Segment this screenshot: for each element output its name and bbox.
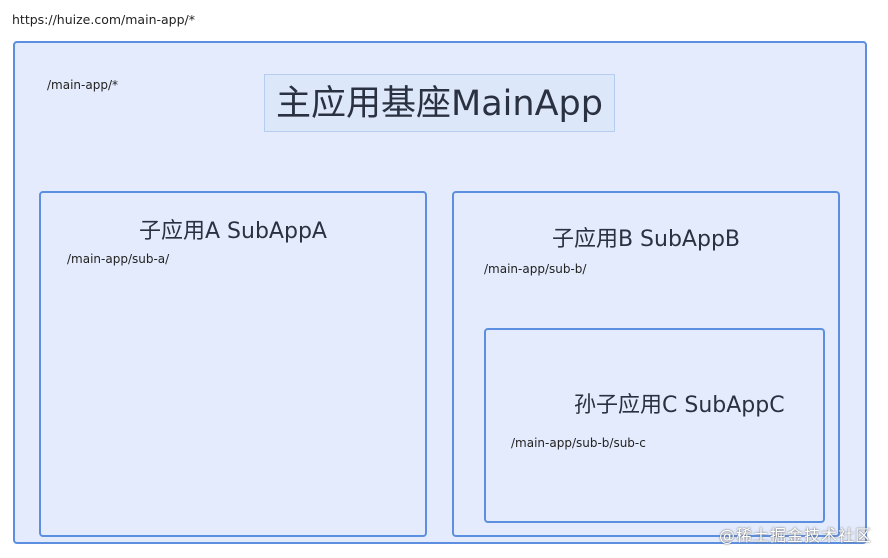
main-app-path: /main-app/* [47, 78, 118, 92]
sub-app-b-title: 子应用B SubAppB [551, 227, 741, 252]
sub-app-c-container [484, 328, 825, 523]
sub-app-b-path: /main-app/sub-b/ [484, 262, 587, 276]
sub-app-a-path: /main-app/sub-a/ [67, 252, 170, 266]
page-url: https://huize.com/main-app/* [12, 12, 195, 27]
sub-app-a-title: 子应用A SubAppA [139, 219, 327, 244]
main-app-title: 主应用基座MainApp [264, 74, 615, 132]
sub-app-c-title: 孙子应用C SubAppC [574, 393, 785, 418]
watermark: @稀土掘金技术社区 [718, 526, 872, 545]
sub-app-c-path: /main-app/sub-b/sub-c [511, 436, 646, 450]
